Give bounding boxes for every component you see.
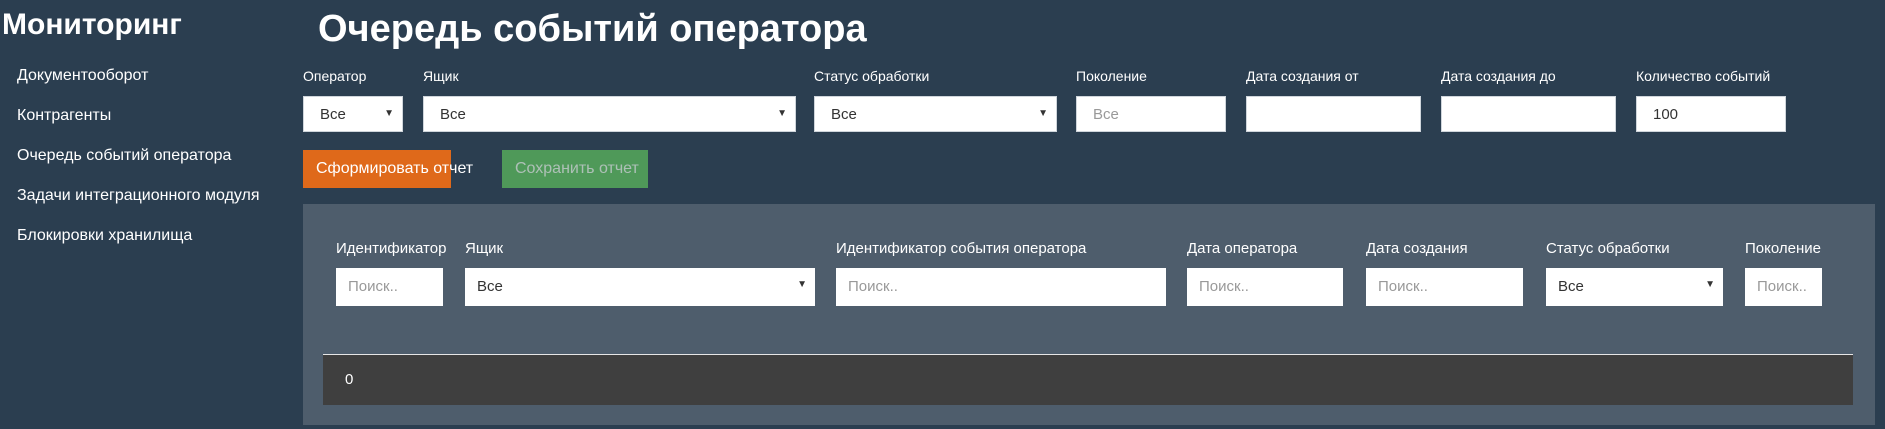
operator-select[interactable]: Все ▼: [303, 96, 403, 132]
result-count: 0: [345, 371, 354, 388]
date-to-label: Дата создания до: [1441, 68, 1556, 84]
date-from-label: Дата создания от: [1246, 68, 1359, 84]
date-from-input[interactable]: [1246, 96, 1421, 132]
count-input[interactable]: 100: [1636, 96, 1786, 132]
sidebar-item-integration-tasks[interactable]: Задачи интеграционного модуля: [17, 184, 260, 224]
save-report-button[interactable]: Сохранить отчет: [502, 150, 648, 188]
status-label: Статус обработки: [814, 68, 930, 84]
column-created-date-label: Дата создания: [1366, 240, 1468, 257]
operator-label: Оператор: [303, 68, 367, 84]
box-label: Ящик: [423, 68, 459, 84]
box-select[interactable]: Все ▼: [423, 96, 796, 132]
date-to-input[interactable]: [1441, 96, 1616, 132]
generation-label: Поколение: [1076, 68, 1147, 84]
results-panel: Идентификатор Поиск.. Ящик Все ▼ Идентиф…: [303, 204, 1875, 425]
app-title: Мониторинг: [2, 8, 182, 41]
count-label: Количество событий: [1636, 68, 1771, 84]
column-id-search[interactable]: Поиск..: [336, 268, 443, 306]
main-content: Очередь событий оператора Оператор Все ▼…: [303, 0, 1885, 429]
sidebar-nav: Документооборот Контрагенты Очередь собы…: [17, 64, 260, 264]
column-generation-label: Поколение: [1745, 240, 1821, 257]
column-created-date-search[interactable]: Поиск..: [1366, 268, 1523, 306]
column-event-id-label: Идентификатор события оператора: [836, 240, 1087, 257]
column-status-label: Статус обработки: [1546, 240, 1670, 257]
chevron-down-icon: ▼: [777, 108, 787, 119]
column-status-select-value: Все: [1558, 278, 1584, 295]
column-box-select[interactable]: Все ▼: [465, 268, 815, 306]
column-box-label: Ящик: [465, 240, 504, 257]
sidebar-item-counterparties[interactable]: Контрагенты: [17, 104, 260, 144]
chevron-down-icon: ▼: [797, 279, 807, 290]
operator-select-value: Все: [320, 106, 346, 123]
column-operator-date-search[interactable]: Поиск..: [1187, 268, 1343, 306]
status-select-value: Все: [831, 106, 857, 123]
column-operator-date-label: Дата оператора: [1187, 240, 1298, 257]
sidebar: Мониторинг Документооборот Контрагенты О…: [0, 0, 290, 429]
status-select[interactable]: Все ▼: [814, 96, 1057, 132]
column-id-label: Идентификатор: [336, 240, 447, 257]
column-box-select-value: Все: [477, 278, 503, 295]
generate-report-button[interactable]: Сформировать отчет: [303, 150, 473, 188]
chevron-down-icon: ▼: [1705, 279, 1715, 290]
box-select-value: Все: [440, 106, 466, 123]
sidebar-item-operator-events[interactable]: Очередь событий оператора: [17, 144, 260, 184]
column-status-select[interactable]: Все ▼: [1546, 268, 1723, 306]
sidebar-item-documents[interactable]: Документооборот: [17, 64, 260, 104]
results-footer: 0: [323, 354, 1853, 405]
generation-input[interactable]: Все: [1076, 96, 1226, 132]
chevron-down-icon: ▼: [384, 108, 394, 119]
page-title: Очередь событий оператора: [318, 8, 867, 50]
column-event-id-search[interactable]: Поиск..: [836, 268, 1166, 306]
chevron-down-icon: ▼: [1038, 108, 1048, 119]
sidebar-item-storage-locks[interactable]: Блокировки хранилища: [17, 224, 260, 264]
column-generation-search[interactable]: Поиск..: [1745, 268, 1822, 306]
